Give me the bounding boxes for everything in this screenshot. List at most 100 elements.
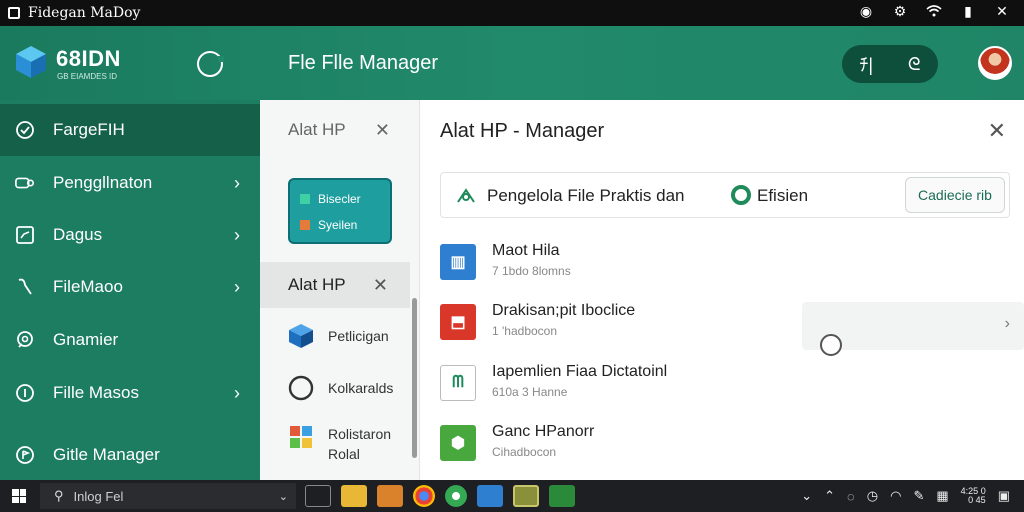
spreadsheet-icon[interactable]: [549, 485, 575, 507]
sidebar-item-gitle-manager[interactable]: Gitle Manager: [0, 429, 260, 481]
close-icon[interactable]: ✕: [988, 118, 1006, 144]
record-icon[interactable]: ◉: [856, 3, 876, 20]
close-icon[interactable]: ✕: [992, 3, 1012, 20]
info-banner: Pengelola File Praktis dan Efisien Cadie…: [440, 172, 1010, 218]
refresh-button[interactable]: ᘓ: [908, 54, 921, 75]
status-icon: [731, 185, 751, 205]
cube-icon: [289, 324, 313, 348]
keyboard-icon[interactable]: ▦: [936, 488, 948, 504]
file-name: Ganc HPanorr: [492, 423, 595, 440]
window-titlebar: Fidegan MaDoy ◉ ⚙ ▮ ✕: [0, 0, 1024, 26]
sidebar-item-fille-masos[interactable]: Fille Masos ›: [0, 367, 260, 419]
banner-text-2: Efisien: [757, 186, 809, 205]
windows-start-icon[interactable]: [12, 489, 26, 503]
sidebar: FargeFIH Penggllnaton › Dagus › FileMaoo…: [0, 100, 260, 480]
chevron-right-icon: ›: [234, 172, 240, 193]
system-card[interactable]: Bisecler Syeilen: [288, 178, 392, 244]
network-icon[interactable]: ⌃: [824, 488, 835, 504]
file-row[interactable]: ⬒ Drakisan;pit Iboclice 1 'hadbocon: [440, 300, 780, 354]
sync-button[interactable]: [197, 51, 224, 77]
banner-action-button[interactable]: Cadiecie rib: [905, 177, 1005, 213]
taskbar-search-text: Inlog Fel: [73, 488, 124, 504]
titlebar-controls: ◉ ⚙ ▮ ✕: [856, 3, 1012, 20]
file-row[interactable]: ▥ Maot Hila 7 1bdo 8lomns: [440, 240, 780, 294]
file-name: Maot Hila: [492, 242, 560, 259]
window-title: Fidegan MaDoy: [28, 5, 141, 21]
folder-icon[interactable]: [341, 485, 367, 507]
page-title: Fle Flle Manager: [288, 52, 439, 74]
selected-tab-label: Alat HP: [288, 275, 346, 294]
media-icon: ᗰ: [440, 365, 476, 401]
chart-icon: [15, 225, 35, 245]
sidebar-item-dagus[interactable]: Dagus ›: [0, 209, 260, 261]
info-icon: [15, 383, 35, 403]
cursor-indicator: [820, 334, 842, 356]
file-meta: 7 1bdo 8lomns: [492, 264, 571, 278]
system-tray: ⌄ ⌃ ◌ ◷ ◠ ✎ ▦ 4:25 0 0 45 ▣: [801, 487, 1010, 505]
tool-item[interactable]: Petlicigan: [288, 316, 418, 356]
taskbar-apps: [305, 485, 593, 507]
os-taskbar: ⚲ Inlog Fel ⌄ ⌄ ⌃ ◌ ◷ ◠ ✎ ▦ 4:25 0 0 45 …: [0, 480, 1024, 512]
clock-date: 0 45: [968, 495, 986, 505]
tool-item[interactable]: Kolkaralds: [288, 368, 418, 408]
browser-icon[interactable]: [445, 485, 467, 507]
globe-icon: [15, 330, 35, 350]
banner-text: Pengelola File Praktis dan: [487, 186, 685, 205]
tool-item-label: Petlicigan: [328, 328, 389, 344]
settings-icon[interactable]: ⚙: [890, 3, 910, 20]
user-avatar[interactable]: [978, 46, 1012, 80]
task-view-icon[interactable]: [305, 485, 331, 507]
clock-icon[interactable]: ◷: [867, 488, 878, 504]
tools-icon: [457, 188, 475, 203]
sidebar-item-label: Dagus: [53, 225, 103, 244]
tool-selected-tab[interactable]: Alat HP ✕: [260, 262, 410, 308]
sidebar-item-gnamier[interactable]: Gnamier: [0, 314, 260, 366]
main-title: Alat HP - Manager: [440, 120, 605, 142]
close-icon[interactable]: ✕: [375, 120, 390, 141]
cloud-icon[interactable]: ◠: [890, 488, 901, 504]
chat-icon[interactable]: ◌: [847, 489, 855, 504]
file-row[interactable]: ᗰ Iapemlien Fiaa Dictatoinl 610a 3 Hanne: [440, 361, 780, 415]
card-row-label: Bisecler: [318, 192, 361, 206]
search-button[interactable]: ﾁ|: [859, 51, 873, 77]
pen-icon[interactable]: ✎: [913, 488, 924, 504]
chevron-up-icon[interactable]: ⌄: [801, 488, 812, 504]
sidebar-item-filemaoo[interactable]: FileMaoo ›: [0, 261, 260, 313]
flag-icon: [15, 445, 35, 465]
sidebar-item-penggllnaton[interactable]: Penggllnaton ›: [0, 157, 260, 209]
tool-item-label: Kolkaralds: [328, 380, 394, 396]
file-meta: Cihadbocon: [492, 445, 557, 459]
active-app-icon[interactable]: [513, 485, 539, 507]
tool-panel-title: Alat HP: [288, 120, 346, 139]
tool-item[interactable]: Rolistaron Rolal: [288, 424, 418, 472]
file-name: Drakisan;pit Iboclice: [492, 302, 636, 319]
card-row: Syeilen: [300, 218, 357, 232]
clock-icon: [15, 120, 35, 140]
chevron-down-icon: ⌄: [278, 490, 288, 503]
search-icon: ⚲: [54, 488, 64, 503]
taskbar-clock[interactable]: 4:25 0 0 45: [961, 487, 986, 505]
header-action-pill: ﾁ| ᘓ: [842, 45, 938, 83]
document-icon: ⬒: [440, 304, 476, 340]
tool-panel: Alat HP ✕ Bisecler Syeilen Alat HP ✕ Pet…: [260, 100, 420, 480]
tool-panel-scrollbar[interactable]: [412, 298, 417, 458]
file-meta: 610a 3 Hanne: [492, 385, 568, 399]
close-icon[interactable]: ✕: [373, 275, 388, 296]
battery-icon[interactable]: ▮: [958, 3, 978, 20]
wifi-icon[interactable]: [924, 4, 944, 20]
chevron-right-icon: ›: [234, 224, 240, 245]
file-meta: 1 'hadbocon: [492, 324, 558, 338]
store-icon[interactable]: [477, 485, 503, 507]
tool-item-label: Rolistaron Rolal: [328, 426, 392, 462]
file-row[interactable]: ⬢ Ganc HPanorr Cihadbocon: [440, 421, 780, 475]
notifications-icon[interactable]: ▣: [998, 488, 1010, 504]
explorer-icon[interactable]: [377, 485, 403, 507]
sidebar-item-fargefih[interactable]: FargeFIH: [0, 104, 260, 156]
main-panel: Alat HP - Manager ✕ Pengelola File Prakt…: [420, 100, 1024, 480]
chevron-right-icon: ›: [234, 382, 240, 403]
plus-icon: [300, 194, 310, 204]
chrome-icon[interactable]: [413, 485, 435, 507]
package-icon: ⬢: [440, 425, 476, 461]
taskbar-search[interactable]: ⚲ Inlog Fel ⌄: [40, 483, 296, 509]
sidebar-item-label: Penggllnaton: [53, 173, 153, 192]
